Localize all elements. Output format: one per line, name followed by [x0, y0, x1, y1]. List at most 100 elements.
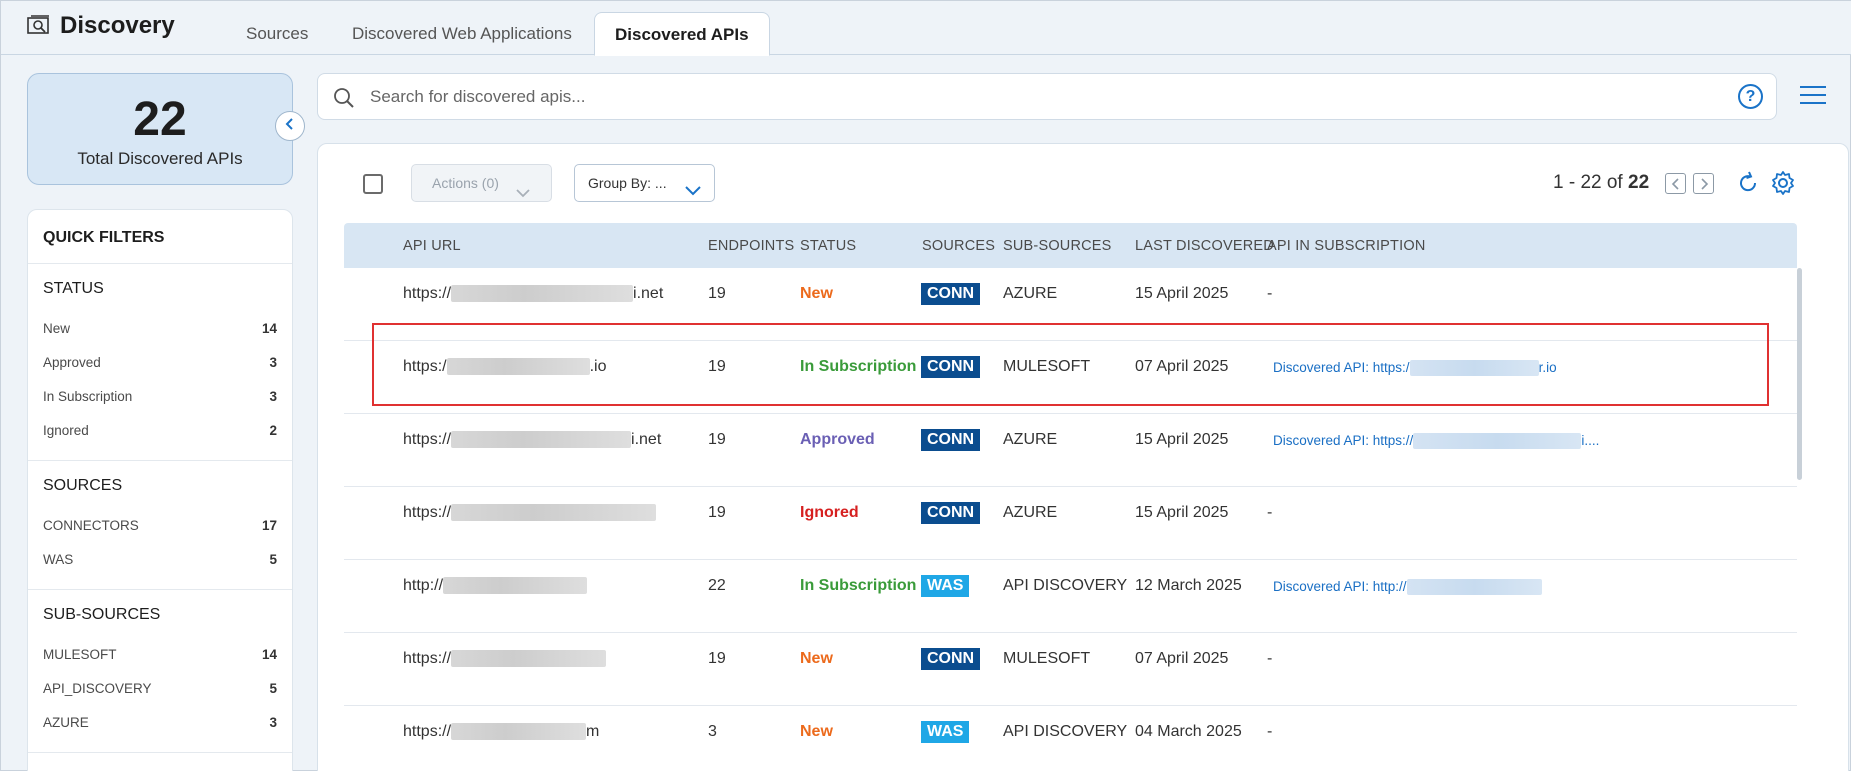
- tab-discovered-web-applications[interactable]: Discovered Web Applications: [332, 12, 592, 56]
- app-title: Discovery: [60, 12, 175, 39]
- api-url[interactable]: https://: [403, 504, 657, 522]
- status-label: New: [800, 285, 833, 302]
- pager-total: 22: [1628, 172, 1650, 193]
- tab-sources[interactable]: Sources: [226, 12, 328, 56]
- filter-count: 17: [261, 518, 277, 533]
- filter-label: AZURE: [43, 715, 89, 730]
- actions-label: Actions (0): [432, 175, 499, 191]
- group-by-dropdown[interactable]: Group By: ...: [574, 164, 715, 202]
- filter-item[interactable]: AZURE 3: [43, 706, 277, 740]
- endpoints-count: 19: [708, 285, 726, 302]
- filter-item[interactable]: Ignored 2: [43, 414, 277, 448]
- subscription-link[interactable]: Discovered API: http://: [1273, 579, 1542, 596]
- sub-source: AZURE: [1003, 431, 1058, 448]
- actions-dropdown[interactable]: Actions (0): [411, 164, 552, 202]
- source-badge: CONN: [921, 429, 981, 451]
- subscription-value: -: [1267, 723, 1273, 740]
- chevron-down-icon: [684, 175, 702, 211]
- filter-count: 5: [269, 552, 277, 567]
- source-badge: CONN: [921, 283, 981, 305]
- filter-group-sub-sources: SUB-SOURCES MULESOFT 14 API_DISCOVERY 5 AZ…: [28, 590, 292, 753]
- api-url[interactable]: https://m: [403, 723, 599, 741]
- chevron-left-icon: [284, 117, 296, 136]
- select-all-checkbox[interactable]: [363, 174, 383, 194]
- filter-item[interactable]: WAS 5: [43, 543, 277, 577]
- filter-label: In Subscription: [43, 389, 133, 404]
- column-header[interactable]: ENDPOINTS: [708, 238, 794, 254]
- table-scrollbar[interactable]: [1797, 268, 1802, 480]
- column-header[interactable]: SUB-SOURCES: [1003, 238, 1112, 254]
- table-row[interactable]: https://i.net 19 Approved CONN AZURE 15 …: [344, 414, 1797, 487]
- table-header: API URL ENDPOINTS STATUS SOURCES SUB-SOU…: [344, 223, 1797, 268]
- filter-item[interactable]: API_DISCOVERY 5: [43, 672, 277, 706]
- table-row[interactable]: https:// 19 New CONN MULESOFT 07 April 2…: [344, 633, 1797, 706]
- search-input[interactable]: [370, 84, 1670, 110]
- filter-item[interactable]: In Subscription 3: [43, 380, 277, 414]
- api-url[interactable]: https://: [403, 650, 607, 668]
- filter-item[interactable]: New 14: [43, 312, 277, 346]
- help-icon[interactable]: ?: [1738, 84, 1763, 109]
- filter-count: 5: [269, 681, 277, 696]
- search-bar: ?: [317, 73, 1777, 120]
- total-label: Total Discovered APIs: [77, 149, 243, 168]
- sub-source: API DISCOVERY: [1003, 723, 1128, 740]
- table-row[interactable]: https:// 19 Ignored CONN AZURE 15 April …: [344, 487, 1797, 560]
- search-icon: [332, 86, 356, 115]
- column-header[interactable]: API URL: [403, 238, 461, 254]
- api-url[interactable]: https://i.net: [403, 285, 663, 303]
- filter-label: Ignored: [43, 423, 89, 438]
- filter-count: 3: [269, 389, 277, 404]
- table-row[interactable]: https://m 3 New WAS API DISCOVERY 04 Mar…: [344, 706, 1797, 771]
- filter-label: New: [43, 321, 71, 336]
- hamburger-menu-icon[interactable]: [1800, 86, 1826, 106]
- filter-item[interactable]: Approved 3: [43, 346, 277, 380]
- subscription-link[interactable]: Discovered API: https://i....: [1273, 433, 1599, 450]
- status-label: New: [800, 723, 833, 740]
- filter-item[interactable]: MULESOFT 14: [43, 638, 277, 672]
- source-badge: WAS: [921, 721, 970, 743]
- page-prev-icon[interactable]: [1665, 173, 1686, 194]
- pager-range: 1 - 22 of: [1553, 172, 1623, 193]
- filter-group-title: SUB-SOURCES: [43, 606, 161, 623]
- top-bar: Discovery Sources Discovered Web Applica…: [1, 1, 1851, 56]
- refresh-icon[interactable]: [1736, 171, 1760, 200]
- filter-group-sources: SOURCES CONNECTORS 17 WAS 5: [28, 461, 292, 590]
- source-badge: WAS: [921, 575, 970, 597]
- gear-icon[interactable]: [1770, 170, 1796, 201]
- api-url[interactable]: https://i.net: [403, 431, 661, 449]
- column-header[interactable]: LAST DISCOVERED: [1135, 238, 1274, 254]
- subscription-value: -: [1267, 285, 1273, 302]
- source-badge: CONN: [921, 648, 981, 670]
- filter-item[interactable]: CONNECTORS 17: [43, 509, 277, 543]
- total-apis-card: 22 Total Discovered APIs: [27, 73, 293, 185]
- collapse-panel-button[interactable]: [275, 111, 305, 141]
- last-discovered: 12 March 2025: [1135, 577, 1242, 594]
- sub-source: AZURE: [1003, 504, 1058, 521]
- column-header[interactable]: STATUS: [800, 238, 856, 254]
- page-next-icon[interactable]: [1693, 173, 1714, 194]
- pagination-info: 1 - 22 of 22: [1553, 172, 1649, 194]
- filter-group-title: STATUS: [43, 280, 104, 297]
- filter-group-title: SOURCES: [43, 477, 123, 494]
- last-discovered: 04 March 2025: [1135, 723, 1242, 740]
- endpoints-count: 22: [708, 577, 726, 594]
- source-badge: CONN: [921, 502, 981, 524]
- status-label: In Subscription: [800, 577, 917, 594]
- column-header[interactable]: SOURCES: [922, 238, 995, 254]
- api-url[interactable]: http://: [403, 577, 588, 595]
- group-by-label: Group By: ...: [588, 175, 667, 191]
- highlighted-row-outline: [372, 323, 1769, 406]
- endpoints-count: 3: [708, 723, 717, 740]
- filter-label: WAS: [43, 552, 74, 567]
- chevron-down-icon: [515, 176, 531, 212]
- table-row[interactable]: http:// 22 In Subscription WAS API DISCO…: [344, 560, 1797, 633]
- quick-filters-panel: QUICK FILTERS STATUS New 14 Approved 3 In …: [27, 209, 293, 771]
- column-header[interactable]: API IN SUBSCRIPTION: [1267, 238, 1426, 254]
- tab-discovered-apis[interactable]: Discovered APIs: [594, 12, 770, 56]
- status-label: New: [800, 650, 833, 667]
- endpoints-count: 19: [708, 431, 726, 448]
- last-discovered: 07 April 2025: [1135, 650, 1229, 667]
- filter-count: 2: [269, 423, 277, 438]
- filter-count: 3: [269, 355, 277, 370]
- subscription-value: -: [1267, 504, 1273, 521]
